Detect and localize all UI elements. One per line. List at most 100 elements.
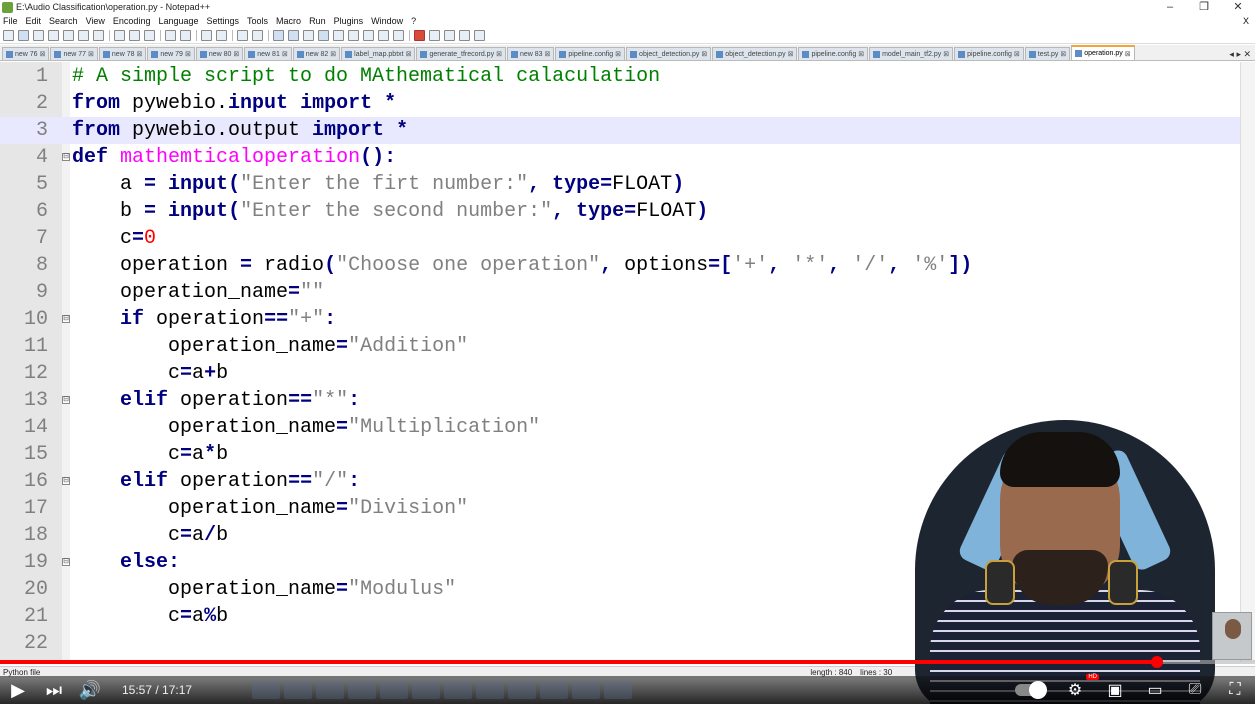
document-tab[interactable]: new 81 ⊠ (244, 47, 292, 60)
close-document-button[interactable]: X (1243, 16, 1249, 26)
video-scrubber-handle[interactable] (1151, 656, 1164, 668)
tab-nav-arrows[interactable]: ◂ ▸ ✕ (1225, 49, 1255, 60)
close-tab-icon[interactable]: ⊠ (496, 50, 502, 58)
code-line[interactable]: 8 operation = radio("Choose one operatio… (0, 252, 1240, 279)
close-tab-icon[interactable]: ⊠ (701, 50, 707, 58)
wrap-icon[interactable] (288, 30, 299, 41)
stop-macro-icon[interactable] (429, 30, 440, 41)
document-tab[interactable]: new 77 ⊠ (50, 47, 98, 60)
record-macro-icon[interactable] (414, 30, 425, 41)
document-tab[interactable]: test.py ⊠ (1024, 47, 1071, 60)
close-tab-icon[interactable]: ⊠ (1125, 50, 1131, 58)
close-tab-icon[interactable]: ⊠ (1014, 50, 1020, 58)
fold-marker-icon[interactable]: ⊟ (62, 477, 70, 485)
miniplayer-icon[interactable]: ▣ (1095, 680, 1135, 700)
close-tab-icon[interactable]: ⊠ (282, 50, 288, 58)
menu-edit[interactable]: Edit (26, 16, 42, 26)
menu-encoding[interactable]: Encoding (113, 16, 151, 26)
document-tab[interactable]: label_map.pbtxt ⊠ (341, 47, 416, 60)
menu-window[interactable]: Window (371, 16, 403, 26)
document-tab[interactable]: new 82 ⊠ (292, 47, 341, 60)
code-line[interactable]: 3 from pywebio.output import * (0, 117, 1240, 144)
code-line[interactable]: 1 # A simple script to do MAthematical ca… (0, 63, 1240, 90)
code-line[interactable]: 10 ⊟ if operation=="+": (0, 306, 1240, 333)
document-tab[interactable]: pipeline.config ⊠ (954, 47, 1024, 60)
close-tab-icon[interactable]: ⊠ (615, 50, 621, 58)
close-tab-icon[interactable]: ⊠ (943, 50, 949, 58)
close-tab-icon[interactable]: ⊠ (330, 50, 336, 58)
close-tab-icon[interactable]: ⊠ (40, 50, 46, 58)
code-line[interactable]: 6 b = input("Enter the second number:", … (0, 198, 1240, 225)
redo-icon[interactable] (180, 30, 191, 41)
menu-tools[interactable]: Tools (247, 16, 268, 26)
play-macro-icon[interactable] (444, 30, 455, 41)
print-icon[interactable] (93, 30, 104, 41)
document-tab[interactable]: pipeline.config ⊠ (555, 47, 626, 60)
document-tab[interactable]: new 79 ⊠ (147, 47, 195, 60)
code-line[interactable]: 7 c=0 (0, 225, 1240, 252)
autoplay-toggle-icon[interactable] (1015, 681, 1047, 699)
save-all-icon[interactable] (48, 30, 59, 41)
function-list-icon[interactable] (363, 30, 374, 41)
new-file-icon[interactable] (3, 30, 14, 41)
fold-marker-icon[interactable]: ⊟ (62, 396, 70, 404)
zoom-out-icon[interactable] (252, 30, 263, 41)
menu-settings[interactable]: Settings (207, 16, 240, 26)
lang-icon[interactable] (333, 30, 344, 41)
video-progress-bar[interactable] (0, 656, 1255, 668)
document-tab[interactable]: new 78 ⊠ (98, 47, 147, 60)
theater-mode-icon[interactable]: ▭ (1135, 680, 1175, 700)
paste-icon[interactable] (144, 30, 155, 41)
menu-search[interactable]: Search (49, 16, 78, 26)
folder-workspace-icon[interactable] (378, 30, 389, 41)
undo-icon[interactable] (165, 30, 176, 41)
menu-run[interactable]: Run (309, 16, 326, 26)
document-tab[interactable]: object_detection.py ⊠ (626, 47, 712, 60)
fullscreen-icon[interactable]: ⛶ (1215, 681, 1255, 699)
close-tab-icon[interactable]: ⊠ (233, 50, 239, 58)
show-all-chars-icon[interactable] (303, 30, 314, 41)
code-line[interactable]: 12 c=a+b (0, 360, 1240, 387)
close-file-icon[interactable] (63, 30, 74, 41)
document-tab[interactable]: new 76 ⊠ (2, 47, 50, 60)
zoom-in-icon[interactable] (237, 30, 248, 41)
find-icon[interactable] (201, 30, 212, 41)
video-end-thumbnail[interactable] (1212, 612, 1252, 660)
document-tab[interactable]: operation.py ⊠ (1071, 45, 1135, 60)
save-icon[interactable] (33, 30, 44, 41)
menu-view[interactable]: View (86, 16, 105, 26)
menu-file[interactable]: File (3, 16, 18, 26)
fold-marker-icon[interactable]: ⊟ (62, 558, 70, 566)
volume-icon[interactable]: 🔊 (72, 680, 108, 701)
replace-icon[interactable] (216, 30, 227, 41)
close-tab-icon[interactable]: ⊠ (788, 50, 794, 58)
close-tab-icon[interactable]: ⊠ (545, 50, 551, 58)
menu-language[interactable]: Language (158, 16, 198, 26)
close-tab-icon[interactable]: ⊠ (858, 50, 864, 58)
save-macro-icon[interactable] (474, 30, 485, 41)
document-tab[interactable]: generate_tfrecord.py ⊠ (416, 47, 506, 60)
document-tab[interactable]: pipeline.config ⊠ (798, 47, 869, 60)
maximize-button[interactable]: ❐ (1187, 0, 1221, 14)
menu-macro[interactable]: Macro (276, 16, 301, 26)
code-line[interactable]: 9 operation_name="" (0, 279, 1240, 306)
document-tab[interactable]: new 80 ⊠ (195, 47, 244, 60)
menu-plugins[interactable]: Plugins (334, 16, 364, 26)
close-button[interactable]: ✕ (1221, 0, 1255, 14)
indent-guide-icon[interactable] (318, 30, 329, 41)
code-line[interactable]: 2 from pywebio.input import * (0, 90, 1240, 117)
fold-marker-icon[interactable]: ⊟ (62, 153, 70, 161)
code-line[interactable]: 4 ⊟ def mathemticaloperation(): (0, 144, 1240, 171)
close-all-icon[interactable] (78, 30, 89, 41)
copy-icon[interactable] (129, 30, 140, 41)
cut-icon[interactable] (114, 30, 125, 41)
document-tab[interactable]: object_detection.py ⊠ (712, 47, 798, 60)
play-icon[interactable]: ▶ (0, 680, 36, 701)
sync-scroll-icon[interactable] (273, 30, 284, 41)
fold-marker-icon[interactable]: ⊟ (62, 315, 70, 323)
close-tab-icon[interactable]: ⊠ (88, 50, 94, 58)
monitor-icon[interactable] (393, 30, 404, 41)
code-line[interactable]: 5 a = input("Enter the firt number:", ty… (0, 171, 1240, 198)
play-multiple-icon[interactable] (459, 30, 470, 41)
document-tab[interactable]: model_main_tf2.py ⊠ (869, 47, 954, 60)
